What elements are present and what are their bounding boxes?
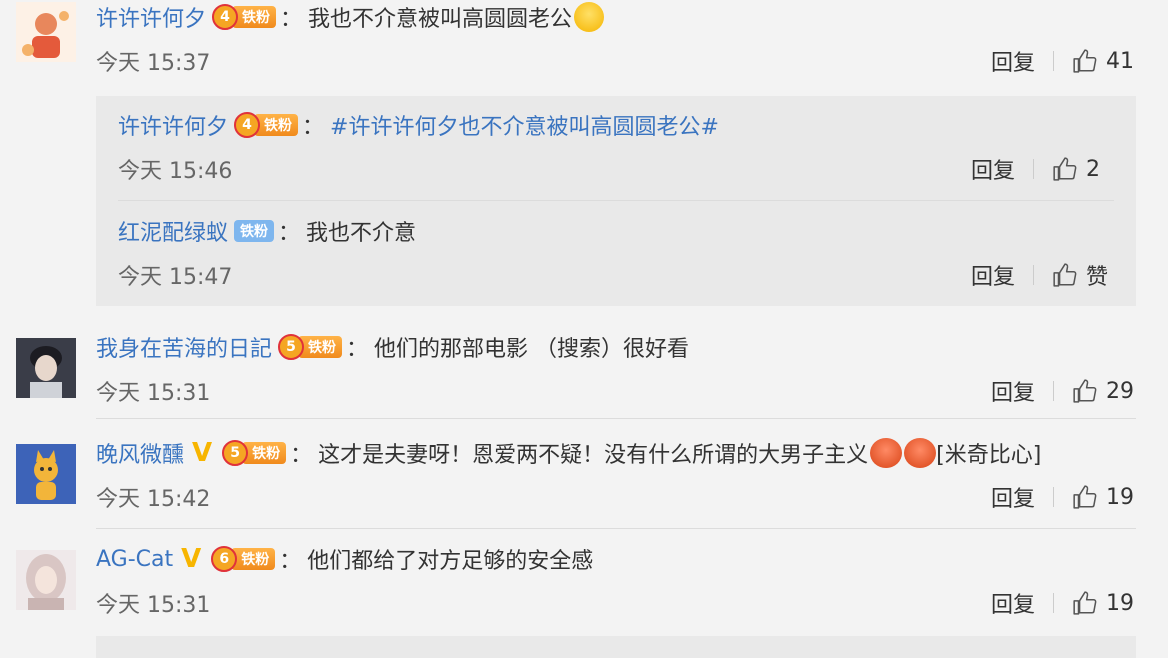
avatar[interactable] (16, 550, 76, 610)
reply-username[interactable]: 红泥配绿蚁 (118, 215, 228, 247)
thumbs-up-icon[interactable] (1072, 48, 1098, 74)
fan-label: 铁粉 (232, 6, 277, 28)
comment-username[interactable]: 许许许何夕 (96, 1, 206, 33)
shy-face-emoji-icon (574, 2, 605, 32)
fan-badge[interactable]: 4 铁粉 (212, 4, 277, 30)
comment-time: 今天 15:31 (96, 381, 211, 406)
topic-link[interactable]: #许许许何夕也不介意被叫高圆圆老公# (330, 115, 719, 140)
colon: ： (280, 7, 303, 32)
reply-time: 今天 15:47 (118, 265, 233, 290)
colon: ： (346, 337, 369, 362)
comment-text: 他们都给了对方足够的安全感 (307, 549, 594, 574)
avatar-image (16, 2, 76, 62)
avatar-image (16, 338, 76, 398)
comment-actions: 回复 19 (991, 480, 1134, 514)
comment-text: 这才是夫妻呀！恩爱两不疑！没有什么所谓的大男子主义 (318, 443, 869, 468)
colon: ： (302, 115, 325, 140)
reply-button[interactable]: 回复 (971, 259, 1015, 291)
comment-username[interactable]: AG-Cat (96, 547, 173, 572)
fan-label: 铁粉 (231, 548, 276, 570)
like-count: 19 (1106, 590, 1134, 616)
reply-button[interactable]: 回复 (991, 375, 1035, 407)
fan-level: 5 (222, 440, 249, 466)
verified-badge-icon: V (181, 544, 202, 574)
avatar[interactable] (16, 2, 76, 62)
comment-time: 今天 15:31 (96, 593, 211, 618)
avatar[interactable] (16, 444, 76, 504)
fan-label: 铁粉 (298, 336, 343, 358)
fan-level: 5 (278, 334, 305, 360)
fan-badge[interactable]: 6 铁粉 (211, 546, 276, 572)
thumbs-up-icon[interactable] (1072, 378, 1098, 404)
reply-button[interactable]: 回复 (971, 153, 1015, 185)
thumbs-up-icon[interactable] (1072, 484, 1098, 510)
comment-username[interactable]: 我身在苦海的日記 (96, 331, 272, 363)
avatar-image (16, 444, 76, 504)
thumbs-up-icon[interactable] (1052, 262, 1078, 288)
avatar-image (16, 550, 76, 610)
reply-button[interactable]: 回复 (991, 587, 1035, 619)
like-count: 赞 (1086, 265, 1109, 290)
divider (1033, 159, 1034, 179)
like-count: 29 (1106, 378, 1134, 404)
colon: ： (278, 221, 301, 246)
divider (1053, 51, 1054, 71)
fan-label: 铁粉 (254, 114, 299, 136)
fan-label: 铁粉 (242, 442, 287, 464)
comment-divider (96, 418, 1136, 419)
comment-username[interactable]: 晚风微醺 (96, 437, 184, 469)
reply-list: 许许许何夕 4 铁粉 ： #许许许何夕也不介意被叫高圆圆老公# 今天 15:46… (96, 96, 1136, 306)
fan-badge[interactable]: 5 铁粉 (222, 440, 287, 466)
divider (1033, 265, 1034, 285)
reply-text: 我也不介意 (306, 221, 417, 246)
fan-level: 4 (212, 4, 239, 30)
comment-text: 他们的那部电影 （搜索）很好看 (374, 337, 690, 362)
like-count: 2 (1086, 156, 1100, 182)
comment-text: 我也不介意被叫高圆圆老公 (308, 7, 573, 32)
reply-text[interactable]: #许许许何夕也不介意被叫高圆圆老公# (330, 109, 719, 141)
reply-actions: 回复 赞 (971, 258, 1114, 292)
colon: ： (279, 549, 302, 574)
like-count: 41 (1106, 48, 1134, 74)
reply-button[interactable]: 回复 (991, 45, 1035, 77)
comment-time: 今天 15:37 (96, 51, 211, 76)
mickey-heart-emoji-icon (870, 438, 903, 468)
like-count: 19 (1106, 484, 1134, 510)
emoji-text: [米奇比心] (936, 443, 1042, 468)
comment-divider (96, 528, 1136, 529)
fan-badge[interactable]: 4 铁粉 (234, 112, 299, 138)
comment-actions: 回复 29 (991, 374, 1134, 408)
fan-level: 4 (234, 112, 261, 138)
fan-badge[interactable]: 铁粉 (234, 219, 275, 243)
colon: ： (290, 443, 313, 468)
fan-label: 铁粉 (234, 220, 275, 242)
divider (1053, 487, 1054, 507)
mickey-heart-emoji-icon (904, 438, 937, 468)
thumbs-up-icon[interactable] (1052, 156, 1078, 182)
comment-actions: 回复 19 (991, 586, 1134, 620)
avatar[interactable] (16, 338, 76, 398)
reply-username[interactable]: 许许许何夕 (118, 109, 228, 141)
verified-badge-icon: V (192, 438, 213, 468)
reply-time: 今天 15:46 (118, 159, 233, 184)
divider (1053, 381, 1054, 401)
reply-actions: 回复 2 (971, 152, 1114, 186)
reply-divider (118, 200, 1114, 201)
fan-badge[interactable]: 5 铁粉 (278, 334, 343, 360)
thumbs-up-icon[interactable] (1072, 590, 1098, 616)
comment-time: 今天 15:42 (96, 487, 211, 512)
reply-list-partial (96, 636, 1136, 658)
comment-actions: 回复 41 (991, 44, 1134, 78)
divider (1053, 593, 1054, 613)
reply-button[interactable]: 回复 (991, 481, 1035, 513)
